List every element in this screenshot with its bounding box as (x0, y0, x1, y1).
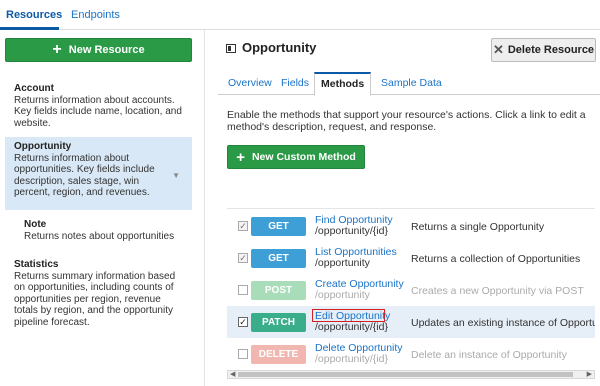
method-row-post: POST Create Opportunity /opportunity Cre… (227, 274, 595, 306)
resource-name: Note (24, 219, 47, 230)
method-enabled-checkbox[interactable]: ✓ (238, 317, 248, 327)
resource-desc: Returns notes about opportunities (24, 230, 175, 242)
resource-name: Account (14, 83, 54, 94)
chevron-down-icon[interactable]: ▼ (172, 170, 180, 182)
plus-icon: + (236, 148, 245, 166)
method-desc: Returns a single Opportunity (411, 221, 545, 233)
resource-tabs: Overview Fields Methods Sample Data (218, 72, 600, 96)
method-path: /opportunity/{id} (315, 353, 388, 365)
method-link[interactable]: Find Opportunity /opportunity/{id} (315, 215, 393, 237)
tab-methods[interactable]: Methods (314, 72, 372, 96)
resource-sidebar: + New Resource Account Returns informati… (0, 30, 205, 386)
method-link[interactable]: Delete Opportunity /opportunity/{id} (315, 343, 403, 365)
method-enabled-checkbox: ✓ (238, 253, 248, 263)
new-custom-method-button[interactable]: + New Custom Method (227, 145, 365, 169)
resource-item-statistics[interactable]: Statistics Returns summary information b… (5, 255, 192, 332)
tab-endpoints[interactable]: Endpoints (71, 9, 120, 21)
method-link[interactable]: Create Opportunity /opportunity (315, 279, 404, 301)
horizontal-scrollbar[interactable]: ◀ ▶ (227, 370, 595, 379)
method-enabled-checkbox: ✓ (238, 221, 248, 231)
scrollbar-thumb[interactable] (238, 372, 573, 377)
resource-icon (226, 44, 236, 53)
new-resource-label: New Resource (68, 44, 145, 56)
tab-sample-data[interactable]: Sample Data (375, 72, 448, 95)
verb-badge[interactable]: POST (251, 281, 306, 300)
new-custom-method-label: New Custom Method (251, 151, 356, 163)
resource-name: Statistics (14, 259, 59, 270)
resource-name: Opportunity (14, 141, 72, 152)
resource-item-opportunity[interactable]: Opportunity Returns information about op… (5, 137, 192, 210)
top-tab-bar: Resources Endpoints (0, 0, 600, 30)
verb-badge[interactable]: DELETE (251, 345, 306, 364)
method-row-patch: ✓ PATCH Edit Opportunity /opportunity/{i… (227, 306, 595, 338)
delete-resource-label: Delete Resource (507, 44, 595, 56)
verb-badge[interactable]: GET (251, 249, 306, 268)
methods-description: Enable the methods that support your res… (227, 109, 586, 133)
method-enabled-checkbox[interactable] (238, 285, 248, 295)
delete-resource-button[interactable]: ✕ Delete Resource (491, 38, 596, 62)
tab-resources[interactable]: Resources (6, 9, 62, 21)
resource-item-account[interactable]: Account Returns information about accoun… (5, 79, 192, 133)
method-desc: Updates an existing instance of Opportun… (411, 317, 595, 329)
close-icon: ✕ (492, 42, 504, 57)
tab-overview[interactable]: Overview (222, 72, 278, 95)
scroll-left-icon[interactable]: ◀ (230, 370, 235, 378)
methods-table: ✓ GET Find Opportunity /opportunity/{id}… (227, 208, 595, 368)
method-path: /opportunity/{id} (315, 321, 388, 333)
resource-desc: Returns information about accounts. Key … (14, 94, 182, 129)
resource-desc: Returns summary information based on opp… (14, 270, 176, 328)
resource-desc: Returns information about opportunities.… (14, 152, 155, 199)
method-desc: Returns a collection of Opportunities (411, 253, 581, 265)
method-row-delete: DELETE Delete Opportunity /opportunity/{… (227, 338, 595, 368)
method-desc: Creates a new Opportunity via POST (411, 285, 584, 297)
method-path: /opportunity/{id} (315, 225, 388, 237)
method-desc: Delete an instance of Opportunity (411, 349, 567, 361)
verb-badge[interactable]: GET (251, 217, 306, 236)
verb-badge[interactable]: PATCH (251, 313, 306, 332)
method-link[interactable]: List Opportunities /opportunity (315, 247, 397, 269)
tab-fields[interactable]: Fields (275, 72, 315, 95)
method-path: /opportunity (315, 257, 370, 269)
page-title: Opportunity (242, 40, 317, 55)
new-resource-button[interactable]: + New Resource (5, 38, 192, 62)
scroll-right-icon[interactable]: ▶ (587, 370, 592, 378)
method-path: /opportunity (315, 289, 370, 301)
method-enabled-checkbox[interactable] (238, 349, 248, 359)
method-link[interactable]: Edit Opportunity /opportunity/{id} (315, 311, 390, 333)
plus-icon: + (52, 41, 62, 58)
method-row-get-find: ✓ GET Find Opportunity /opportunity/{id}… (227, 210, 595, 242)
method-row-get-list: ✓ GET List Opportunities /opportunity Re… (227, 242, 595, 274)
resource-item-note[interactable]: Note Returns notes about opportunities (5, 215, 192, 246)
